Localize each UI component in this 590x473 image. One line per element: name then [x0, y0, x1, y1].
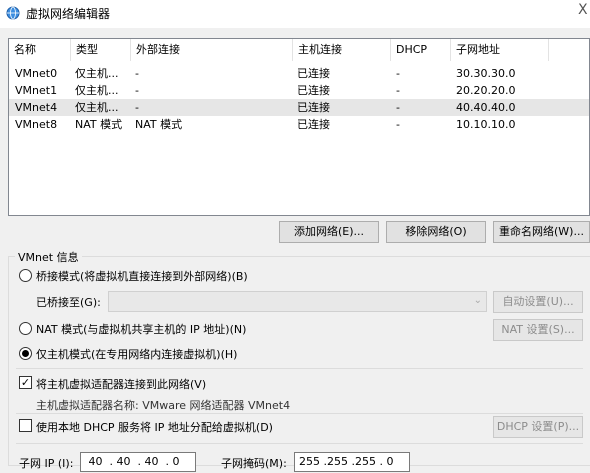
bridged-mode-radio[interactable] — [19, 269, 32, 282]
cell-host: 已连接 — [297, 101, 330, 114]
column-header-subnet[interactable]: 子网地址 — [451, 39, 549, 61]
cell-external: - — [135, 67, 139, 80]
remove-network-button[interactable]: 移除网络(O) — [386, 221, 486, 243]
chevron-down-icon: ⌄ — [473, 295, 482, 306]
dhcp-checkbox[interactable] — [19, 419, 32, 432]
title-bar: 虚拟网络编辑器 X — [0, 0, 590, 28]
divider — [16, 368, 583, 369]
cell-host: 已连接 — [297, 67, 330, 80]
list-header: 名称 类型 外部连接 主机连接 DHCP 子网地址 — [9, 39, 589, 61]
close-icon[interactable]: X — [578, 2, 588, 18]
cell-host: 已连接 — [297, 118, 330, 131]
cell-name: VMnet4 — [15, 101, 58, 114]
host-only-mode-radio[interactable] — [19, 347, 32, 360]
dhcp-label[interactable]: 使用本地 DHCP 服务将 IP 地址分配给虚拟机(D) — [36, 419, 273, 435]
auto-settings-button[interactable]: 自动设置(U)... — [493, 291, 583, 313]
table-row[interactable]: VMnet8 NAT 模式 NAT 模式 已连接 - 10.10.10.0 — [9, 116, 589, 133]
divider — [16, 443, 583, 444]
column-header-type[interactable]: 类型 — [71, 39, 131, 61]
bridged-to-label: 已桥接至(G): — [36, 296, 101, 309]
subnet-ip-label: 子网 IP (I): — [19, 457, 74, 470]
cell-subnet: 20.20.20.0 — [456, 84, 516, 97]
window-title: 虚拟网络编辑器 — [26, 7, 111, 21]
vmnet-info-title: VMnet 信息 — [15, 249, 82, 265]
bridged-mode-label[interactable]: 桥接模式(将虚拟机直接连接到外部网络)(B) — [36, 268, 248, 284]
connect-adapter-label[interactable]: 将主机虚拟适配器连接到此网络(V) — [36, 376, 206, 392]
nat-mode-label[interactable]: NAT 模式(与虚拟机共享主机的 IP 地址)(N) — [36, 321, 246, 337]
cell-type: 仅主机... — [75, 67, 119, 80]
nat-mode-radio[interactable] — [19, 322, 32, 335]
network-list[interactable]: 名称 类型 外部连接 主机连接 DHCP 子网地址 VMnet0 仅主机... … — [8, 38, 590, 216]
cell-subnet: 10.10.10.0 — [456, 118, 516, 131]
connect-adapter-checkbox[interactable]: ✓ — [19, 376, 32, 389]
cell-name: VMnet0 — [15, 67, 58, 80]
cell-type: NAT 模式 — [75, 118, 123, 131]
column-header-name[interactable]: 名称 — [9, 39, 71, 61]
dhcp-settings-button[interactable]: DHCP 设置(P)... — [493, 416, 583, 438]
cell-subnet: 40.40.40.0 — [456, 101, 516, 114]
subnet-ip-input[interactable]: 40 . 40 . 40 . 0 — [80, 452, 196, 472]
cell-dhcp: - — [396, 84, 400, 97]
rename-network-button[interactable]: 重命名网络(W)... — [493, 221, 590, 243]
column-header-external[interactable]: 外部连接 — [131, 39, 293, 61]
adapter-name-text: 主机虚拟适配器名称: VMware 网络适配器 VMnet4 — [36, 399, 291, 412]
subnet-mask-label: 子网掩码(M): — [221, 457, 287, 470]
column-header-dhcp[interactable]: DHCP — [391, 39, 451, 61]
table-row-selected[interactable]: VMnet4 仅主机... - 已连接 - 40.40.40.0 — [9, 99, 589, 116]
nat-settings-button[interactable]: NAT 设置(S)... — [493, 319, 583, 341]
cell-dhcp: - — [396, 101, 400, 114]
cell-type: 仅主机... — [75, 84, 119, 97]
network-globe-icon — [6, 6, 20, 20]
cell-external: NAT 模式 — [135, 118, 183, 131]
cell-dhcp: - — [396, 118, 400, 131]
add-network-button[interactable]: 添加网络(E)... — [279, 221, 379, 243]
subnet-mask-input[interactable]: 255 .255 .255 . 0 — [294, 452, 410, 472]
cell-external: - — [135, 84, 139, 97]
divider — [16, 413, 583, 414]
table-row[interactable]: VMnet1 仅主机... - 已连接 - 20.20.20.0 — [9, 82, 589, 99]
bridged-to-select[interactable]: ⌄ — [108, 291, 487, 312]
checkmark-icon: ✓ — [20, 376, 31, 389]
host-only-mode-label[interactable]: 仅主机模式(在专用网络内连接虚拟机)(H) — [36, 346, 237, 362]
cell-name: VMnet1 — [15, 84, 58, 97]
cell-external: - — [135, 101, 139, 114]
table-row[interactable]: VMnet0 仅主机... - 已连接 - 30.30.30.0 — [9, 65, 589, 82]
cell-name: VMnet8 — [15, 118, 58, 131]
column-header-host[interactable]: 主机连接 — [293, 39, 391, 61]
cell-subnet: 30.30.30.0 — [456, 67, 516, 80]
cell-type: 仅主机... — [75, 101, 119, 114]
cell-host: 已连接 — [297, 84, 330, 97]
cell-dhcp: - — [396, 67, 400, 80]
